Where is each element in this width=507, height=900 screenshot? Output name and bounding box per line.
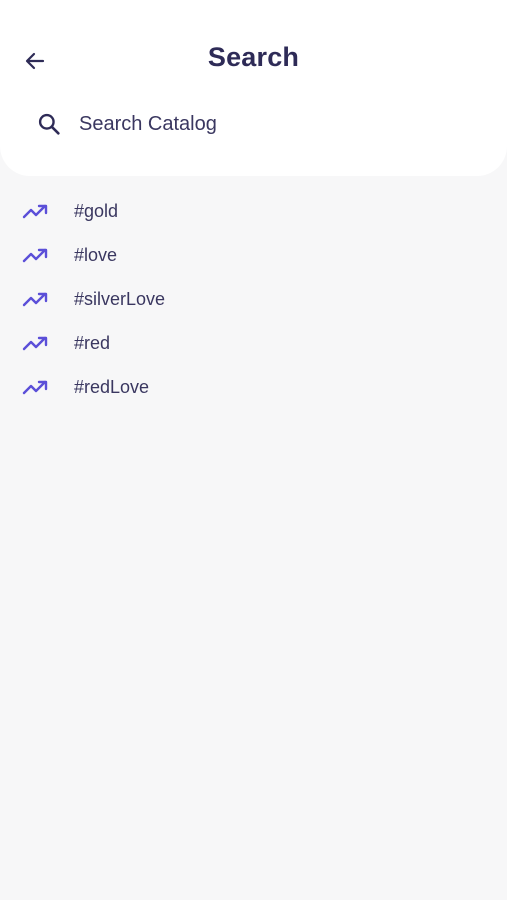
search-bar[interactable] [24, 100, 484, 148]
search-input[interactable] [74, 104, 459, 144]
trending-up-icon [22, 290, 48, 308]
suggestion-label: #redLove [74, 376, 150, 397]
suggestion-item-red[interactable]: #red [0, 321, 507, 365]
suggestion-label: #love [74, 244, 118, 265]
trending-up-icon [22, 334, 48, 352]
trending-up-icon [22, 378, 48, 396]
suggestion-label: #gold [74, 200, 119, 221]
trending-suggestions-list: #gold #love #silverLove #red #redLove [0, 189, 507, 409]
page-title: Search [207, 42, 300, 72]
trending-up-icon [22, 202, 48, 220]
suggestion-item-silverlove[interactable]: #silverLove [0, 277, 507, 321]
suggestion-label: #silverLove [74, 288, 166, 309]
suggestion-label: #red [74, 332, 111, 353]
suggestion-item-redlove[interactable]: #redLove [0, 365, 507, 409]
search-icon [24, 100, 74, 148]
suggestion-item-love[interactable]: #love [0, 233, 507, 277]
trending-up-icon [22, 246, 48, 264]
search-header-card: Search [0, 0, 507, 176]
suggestion-item-gold[interactable]: #gold [0, 189, 507, 233]
